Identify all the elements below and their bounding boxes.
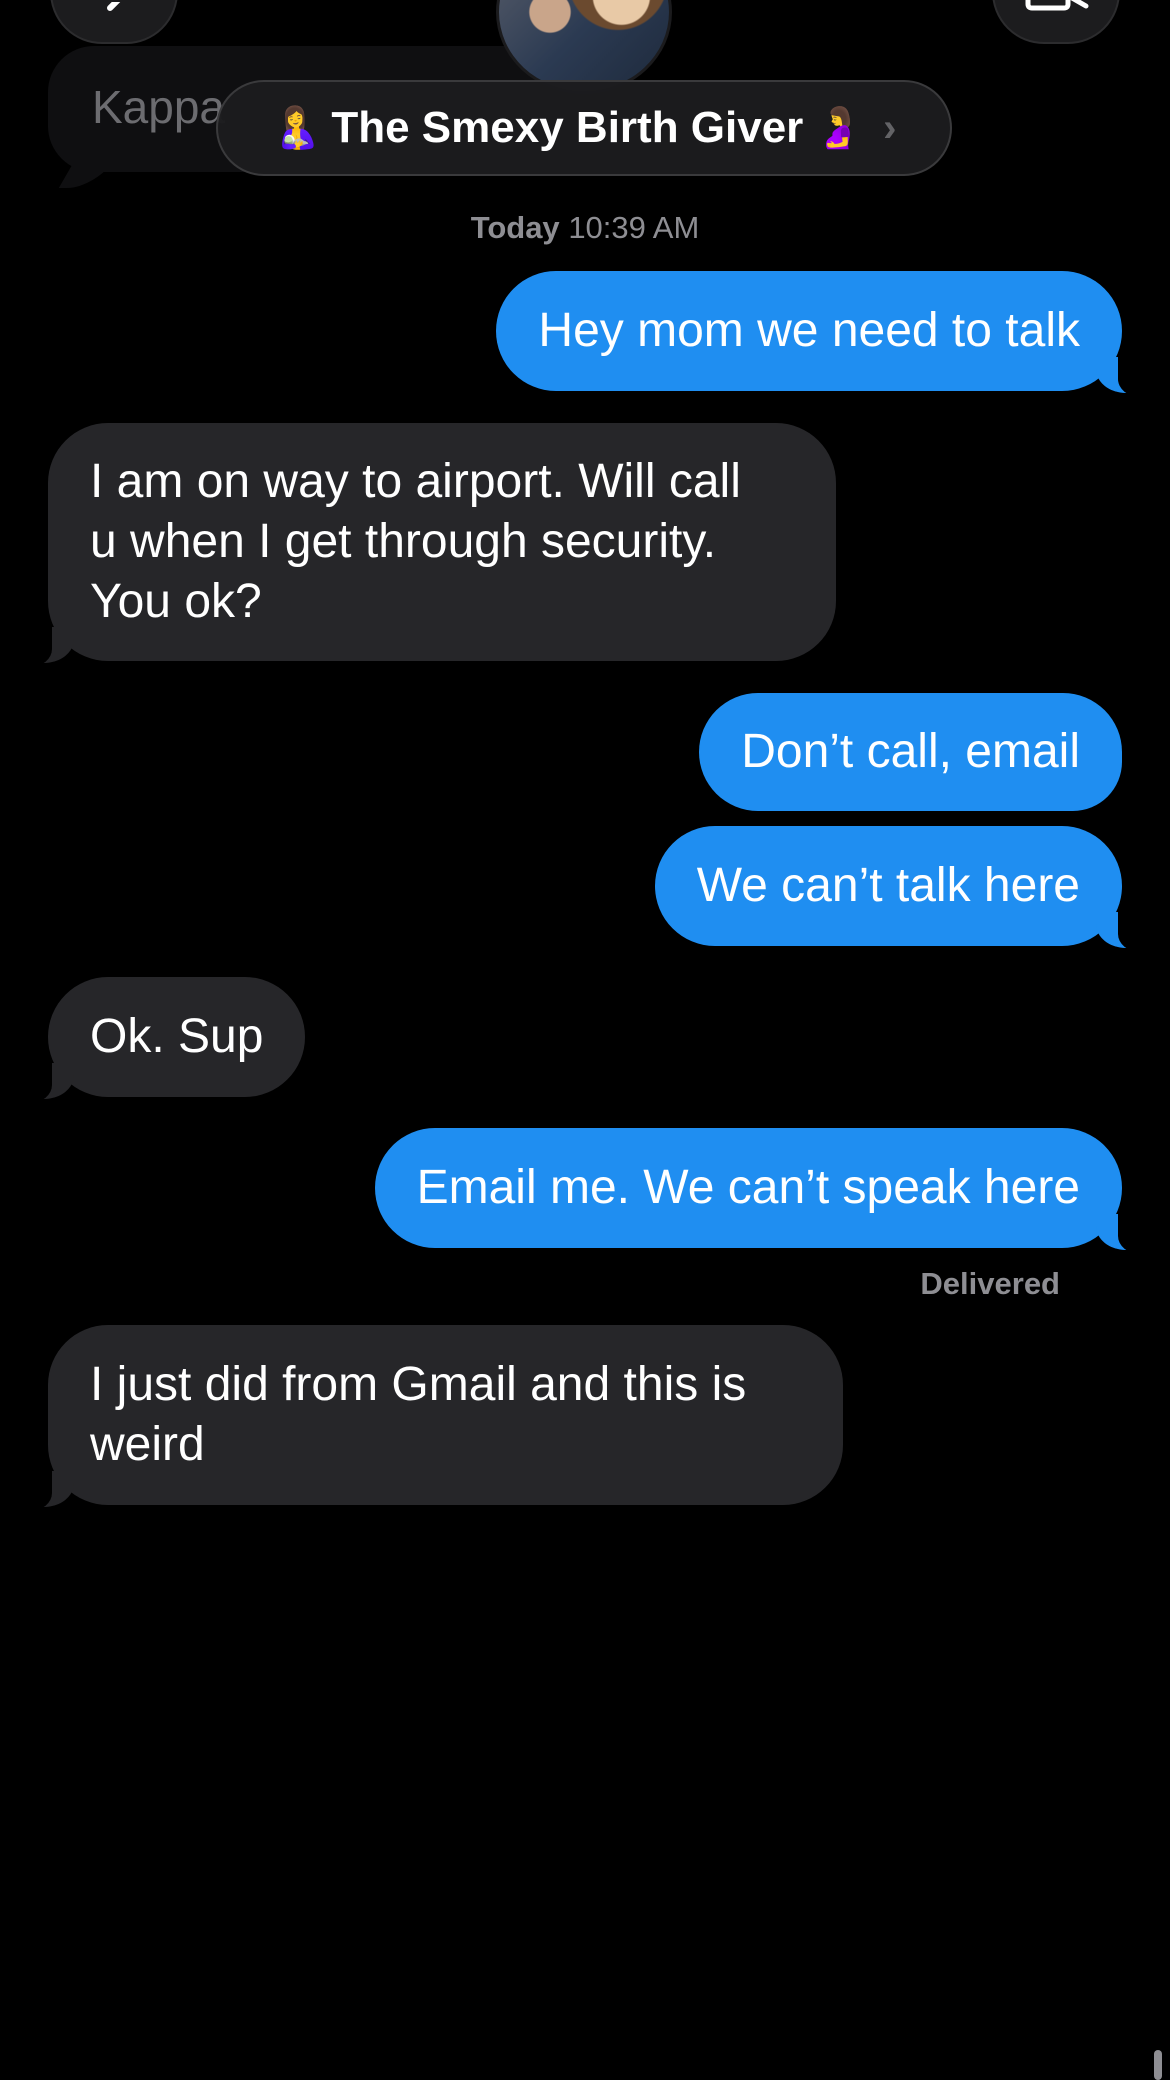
contact-name-pill[interactable]: 🤱 The Smexy Birth Giver 🤰 › [216,80,952,176]
message-text: Hey mom we need to talk [538,304,1080,357]
pregnant-woman-emoji-icon: 🤰 [813,105,864,151]
contact-name: The Smexy Birth Giver [331,103,804,152]
timestamp-day: Today [470,210,560,245]
scrollbar[interactable] [1154,2050,1162,2080]
timestamp-time: 10:39 AM [568,210,700,245]
message-bubble-sent[interactable]: Email me. We can’t speak here [374,1128,1144,1254]
message-text: Don’t call, email [741,725,1080,778]
message-bubble-received[interactable]: I am on way to airport. Will call u when… [26,423,836,667]
message-bubble-sent[interactable]: Don’t call, email [699,693,1122,811]
message-text: I am on way to airport. Will call u when… [90,455,741,628]
message-bubble-sent[interactable]: Hey mom we need to talk [496,271,1144,397]
delivered-status: Delivered [920,1266,1060,1301]
message-text: Email me. We can’t speak here [416,1161,1080,1214]
previous-message-text: Kappa [92,81,226,133]
message-bubble-received[interactable]: Ok. Sup [26,977,306,1103]
message-bubble-sent[interactable]: We can’t talk here [654,826,1144,952]
breastfeeding-emoji-icon: 🤱 [271,105,322,151]
chevron-right-icon: › [883,105,897,150]
conversation-timestamp: Today 10:39 AM [0,210,1170,246]
message-text: I just did from Gmail and this is weird [90,1358,747,1471]
message-text: We can’t talk here [696,859,1080,912]
message-bubble-received[interactable]: I just did from Gmail and this is weird [26,1325,843,1511]
message-text: Ok. Sup [90,1010,264,1063]
